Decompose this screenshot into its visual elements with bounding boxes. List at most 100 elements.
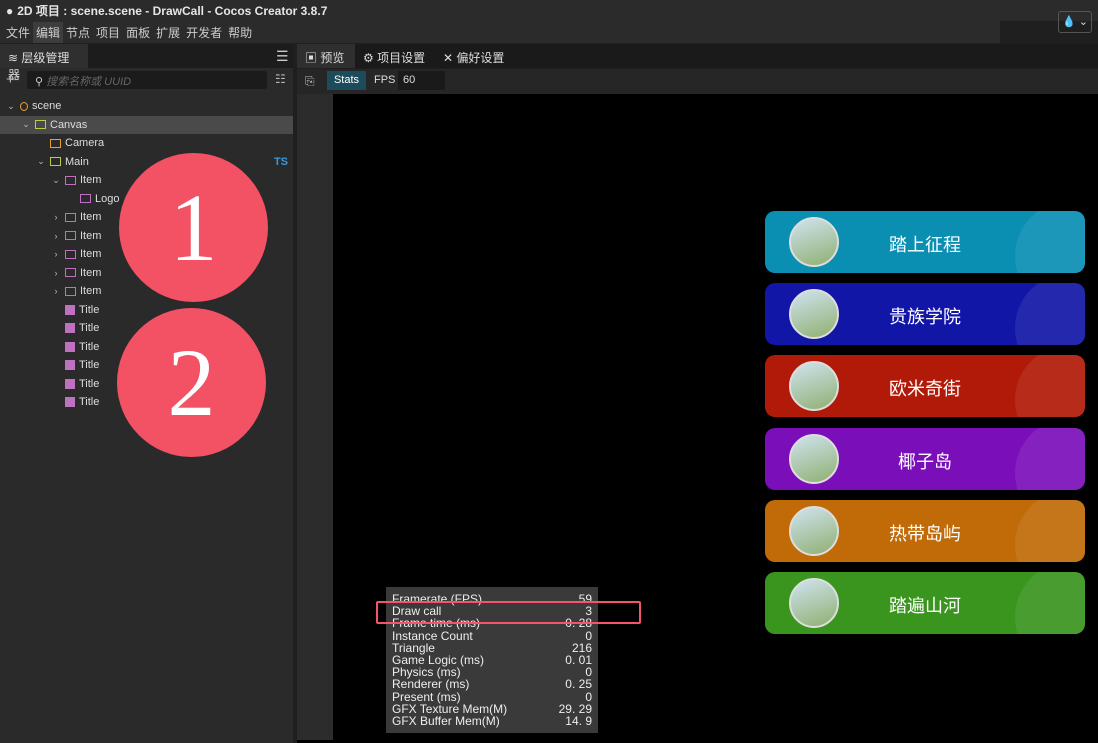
script-badge: TS — [273, 155, 288, 168]
screenshot-icon[interactable]: ⎘ — [305, 74, 315, 89]
node-label: Item — [80, 229, 102, 242]
expand-arrow-icon[interactable]: ⌄ — [35, 156, 47, 167]
tree-node[interactable]: ⌄ Main TS — [0, 153, 293, 171]
window-title: 2D 项目 : scene.scene - DrawCall - Cocos C… — [17, 4, 328, 18]
menu-item[interactable]: 帮助 — [225, 22, 255, 43]
panel-menu-icon[interactable]: ☰ — [276, 48, 289, 65]
sprite-icon — [65, 212, 76, 222]
expand-arrow-icon[interactable]: › — [50, 231, 62, 241]
menu-item[interactable]: 编辑 — [33, 21, 64, 43]
expand-arrow-icon[interactable]: › — [50, 249, 62, 259]
tab-preview[interactable]: ▣ 预览 — [297, 44, 355, 68]
annotation-marker-2: 2 — [117, 308, 266, 457]
card-title: 热带岛屿 — [889, 523, 961, 545]
tree-node[interactable]: ⌄ Canvas — [0, 115, 293, 134]
node-label: scene — [32, 100, 62, 112]
title-bar: ● 2D 项目 : scene.scene - DrawCall - Cocos … — [0, 0, 1098, 21]
node-label: Title — [79, 396, 100, 408]
menu-item[interactable]: 节点 — [63, 22, 93, 43]
label-icon — [65, 397, 75, 407]
fps-input[interactable]: 60 — [398, 71, 445, 90]
expand-arrow-icon[interactable]: › — [50, 286, 62, 296]
level-card[interactable]: 欧米奇街 — [765, 355, 1085, 418]
label-icon — [65, 360, 75, 370]
tab-label: 偏好设置 — [456, 51, 505, 65]
annotation-marker-1: 1 — [119, 153, 268, 302]
expand-arrow-icon[interactable]: ⌄ — [5, 101, 17, 112]
add-node-icon[interactable]: + — [6, 71, 15, 88]
sprite-icon — [65, 175, 76, 185]
gear-icon: ⚙ — [363, 51, 374, 65]
node-label: Canvas — [50, 118, 88, 131]
node-label: Camera — [65, 137, 105, 149]
expand-arrow-icon[interactable]: › — [50, 212, 62, 222]
expand-arrow-icon[interactable]: ⌄ — [50, 175, 62, 186]
tools-icon: ✕ — [443, 51, 454, 65]
expand-arrow-icon[interactable]: ⌄ — [20, 119, 32, 130]
card-title: 踏上征程 — [889, 235, 961, 256]
stat-label: Present (ms) — [392, 689, 461, 704]
expand-arrow-icon[interactable]: › — [50, 268, 62, 278]
viewport-gutter — [297, 94, 333, 740]
label-icon — [65, 323, 75, 333]
search-icon: ⚲ — [35, 76, 47, 88]
node-label: Item — [80, 211, 102, 223]
level-card[interactable]: 椰子岛 — [765, 427, 1085, 490]
camera-icon — [50, 138, 61, 148]
stat-value: 0 — [585, 689, 592, 704]
level-card[interactable]: 踏遍山河 — [765, 572, 1085, 634]
stat-value: 0. 25 — [565, 677, 592, 692]
tab-preferences[interactable]: ✕ 偏好设置 — [435, 44, 512, 68]
tab-hierarchy[interactable]: ≋ 层级管理器 — [0, 44, 88, 82]
node-label: Item — [80, 248, 102, 260]
node-label: Title — [79, 377, 100, 390]
stat-value: 0 — [585, 628, 592, 643]
stat-value: 14. 9 — [565, 714, 592, 729]
sprite-icon — [65, 286, 76, 296]
search-placeholder: 搜索名称或 UUID — [46, 76, 132, 88]
tab-label: 项目设置 — [377, 51, 426, 65]
node-label: Item — [80, 266, 102, 279]
level-card[interactable]: 热带岛屿 — [765, 499, 1085, 562]
tree-node[interactable]: Title — [0, 301, 293, 319]
stats-toggle[interactable]: Stats — [327, 71, 366, 90]
theme-dropdown[interactable]: 💧 ⌄ — [1058, 11, 1092, 33]
card-title: 踏遍山河 — [889, 596, 961, 617]
cocos-logo-icon: ● — [6, 3, 14, 18]
level-card[interactable]: 贵族学院 — [765, 283, 1085, 346]
label-icon — [65, 378, 75, 389]
tree-node[interactable]: ⌄ scene — [0, 97, 293, 115]
fps-label: FPS — [374, 74, 396, 86]
sort-icon[interactable]: ☷ — [275, 72, 286, 86]
level-card[interactable]: 踏上征程 — [765, 211, 1085, 273]
canvas-icon — [50, 157, 61, 166]
node-label: Title — [79, 303, 100, 316]
stats-row: Instance Count 0 — [392, 628, 592, 643]
draw-call-highlight — [376, 601, 641, 624]
menu-bar: 文件 编辑 节点 项目 面板 扩展 开发者 帮助 — [0, 21, 1000, 43]
sprite-icon — [65, 231, 76, 240]
menu-item[interactable]: 文件 — [3, 22, 33, 43]
stats-row: Renderer (ms) 0. 25 — [392, 678, 592, 690]
node-label: Item — [80, 174, 102, 186]
sprite-icon — [80, 194, 91, 203]
menu-item[interactable]: 扩展 — [153, 22, 183, 43]
stat-label: Instance Count — [392, 628, 473, 643]
node-label: Title — [79, 322, 100, 334]
tab-project-settings[interactable]: ⚙ 项目设置 — [355, 44, 433, 68]
menu-item[interactable]: 开发者 — [183, 22, 225, 43]
tab-label: 预览 — [320, 51, 345, 65]
search-input[interactable]: ⚲ 搜索名称或 UUID — [27, 71, 267, 89]
scene-icon — [20, 101, 28, 111]
stats-row: GFX Buffer Mem(M) 14. 9 — [392, 715, 592, 727]
menu-item[interactable]: 面板 — [123, 22, 153, 43]
stat-label: GFX Buffer Mem(M) — [392, 714, 500, 729]
node-label: Item — [80, 285, 102, 297]
menu-item[interactable]: 项目 — [93, 22, 123, 43]
label-icon — [65, 341, 75, 352]
node-label: Title — [79, 359, 100, 371]
sprite-icon — [65, 268, 76, 277]
card-title: 椰子岛 — [898, 451, 952, 473]
canvas-icon — [35, 120, 46, 129]
tree-node[interactable]: Camera — [0, 134, 293, 152]
